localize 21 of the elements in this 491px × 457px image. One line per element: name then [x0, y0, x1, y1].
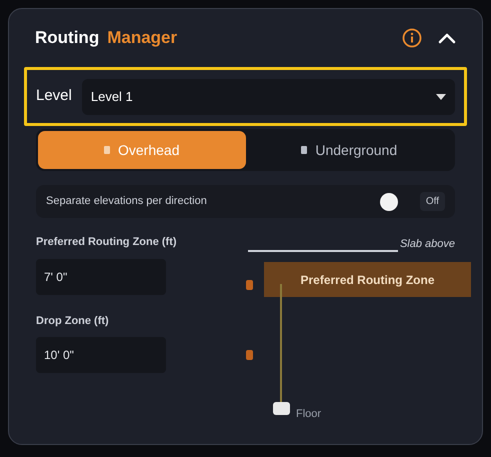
toggle-switch[interactable] [380, 192, 398, 210]
toggle-label: Separate elevations per direction [46, 194, 208, 210]
caret-icon [436, 94, 446, 100]
floor-label: Floor [296, 407, 322, 422]
panel-title-accent: Manager [107, 27, 178, 50]
field-label: Drop Zone (ft) [36, 314, 110, 328]
routing-zone-band: Preferred Routing Zone [264, 262, 471, 297]
mode-tab[interactable]: Underground [246, 131, 453, 169]
collapse-chevron-icon[interactable] [438, 32, 456, 44]
input-field[interactable]: 10' 0" [36, 337, 166, 373]
level-select[interactable]: Level 1 [82, 78, 455, 114]
floor-node [273, 402, 290, 415]
field-label: Preferred Routing Zone (ft) [36, 235, 178, 250]
panel-title: Routing [35, 27, 100, 50]
marker-icon [246, 350, 253, 360]
info-icon[interactable] [402, 28, 422, 48]
input-field[interactable]: 7' 0" [36, 258, 166, 294]
marker-icon [246, 280, 253, 290]
toggle-value: Off [420, 192, 445, 211]
slab-label: Slab above [400, 237, 455, 252]
level-label: Level [36, 86, 72, 106]
